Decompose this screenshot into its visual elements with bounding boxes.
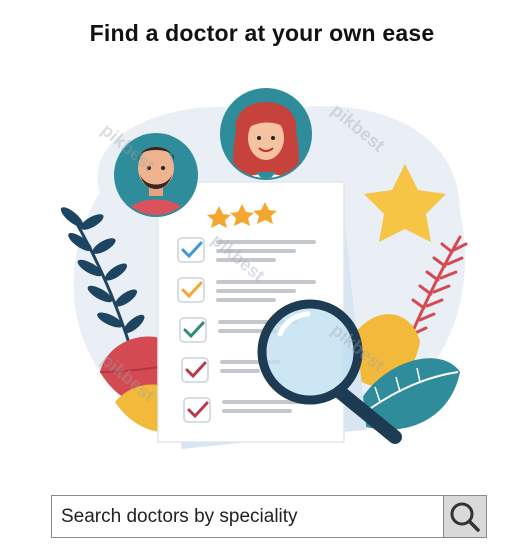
search-button[interactable] (443, 495, 487, 538)
doctor-search-illustration: pikbest pikbest pikbest pikbest pikbest (60, 88, 468, 450)
page-title: Find a doctor at your own ease (89, 20, 435, 46)
page: Find a doctor at your own ease pikbest p… (0, 0, 524, 555)
search-bar (51, 495, 487, 538)
search-icon (450, 502, 480, 532)
search-input[interactable] (51, 495, 443, 538)
